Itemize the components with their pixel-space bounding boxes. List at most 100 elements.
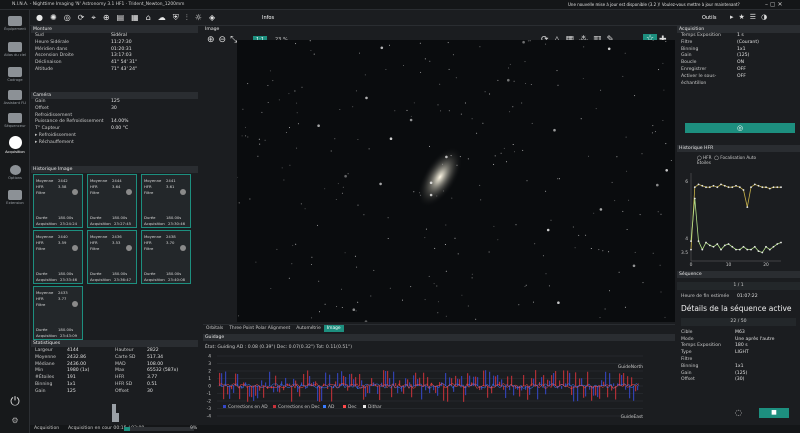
- guide-correction-bar: [261, 380, 263, 386]
- tile-label: Durée: [36, 327, 48, 332]
- bulb-icon[interactable]: ☼: [195, 13, 202, 23]
- guide-correction-bar: [523, 375, 525, 386]
- infos-tab[interactable]: Infos: [262, 15, 274, 21]
- safety-icon[interactable]: ⛨: [173, 13, 179, 23]
- legend-swatch: [273, 405, 276, 408]
- star: [437, 301, 439, 303]
- tools-menu[interactable]: Outils: [702, 15, 716, 21]
- star: [311, 264, 312, 265]
- tile-label: Durée: [90, 215, 102, 220]
- sequence-title: Séquence: [677, 271, 800, 278]
- guide-correction-bar: [551, 375, 553, 386]
- warm-button[interactable]: ▸ Réchauffement: [31, 140, 198, 147]
- data-point: [757, 184, 760, 187]
- nav-fli[interactable]: Assistant FLI: [0, 90, 30, 105]
- tile-duration: 180.00s: [166, 271, 182, 276]
- update-notice[interactable]: Une nouvelle mise à jour est disponible …: [568, 2, 740, 7]
- history-tile[interactable]: Moyenne 2436 HFR 3.53 Filtre Durée 180.00s Acqu…: [87, 230, 137, 284]
- stars-line: [690, 198, 782, 253]
- nav-sequencer[interactable]: Séquenceur: [0, 113, 30, 128]
- rotator-icon[interactable]: ⟳: [78, 13, 85, 23]
- star: [324, 303, 326, 305]
- star: [429, 60, 431, 62]
- acquisition-title: Acquisition: [677, 26, 800, 33]
- star: [599, 208, 603, 211]
- guide-correction-bar: [313, 381, 315, 386]
- guide-correction-bar: [223, 386, 225, 400]
- tile-mean: 2442: [58, 178, 68, 183]
- history-tile[interactable]: Moyenne 2442 HFR 3.58 Filtre Durée 180.00s Acqu…: [33, 174, 83, 228]
- tab-autometry[interactable]: Autométrie: [293, 325, 324, 332]
- history-tile[interactable]: Moyenne 2438 HFR 3.70 Filtre Durée 180.00s Acqu…: [141, 230, 191, 284]
- nav-skyatlas[interactable]: Atlas du ciel: [0, 42, 30, 57]
- star: [357, 301, 359, 303]
- filterwheel-icon[interactable]: ✺: [50, 13, 57, 23]
- nav-equipment[interactable]: Équipement: [0, 16, 30, 31]
- star: [365, 96, 368, 100]
- star: [296, 147, 298, 149]
- starfield: [237, 40, 672, 322]
- chart-icon[interactable]: ⫶: [186, 13, 188, 23]
- data-point: [701, 248, 704, 251]
- data-point: [780, 241, 782, 244]
- data-point: [768, 187, 771, 190]
- star: [493, 225, 495, 227]
- star: [632, 264, 636, 268]
- star: [585, 234, 587, 236]
- data-point: [776, 243, 779, 245]
- guider-icon[interactable]: ⊕: [103, 13, 110, 23]
- camera-panel: Caméra Gain 125 Offset 30 Refroidissement Pui…: [31, 92, 198, 164]
- tile-label: Moyenne: [36, 290, 54, 295]
- nav-options[interactable]: Options: [0, 165, 30, 180]
- settings-button[interactable]: ⚙: [0, 416, 30, 425]
- row-value: OFF: [737, 73, 746, 79]
- image-header: Image: [203, 26, 675, 34]
- camera-status-icon[interactable]: ●: [36, 13, 43, 23]
- star: [459, 156, 461, 158]
- guide-correction-bar: [269, 371, 271, 386]
- star: [454, 237, 456, 239]
- x-tick-label: 20: [763, 262, 769, 267]
- star: [656, 183, 659, 187]
- weather-icon[interactable]: ☁: [158, 13, 166, 23]
- history-title: Historique Image: [31, 166, 198, 173]
- star: [497, 79, 499, 81]
- image-canvas[interactable]: [237, 40, 675, 322]
- history-tile[interactable]: Moyenne 2441 HFR 3.61 Filtre Durée 180.00s Acqu…: [141, 174, 191, 228]
- telescope-icon: [8, 42, 22, 52]
- star: [429, 145, 430, 147]
- shield-icon[interactable]: ◈: [209, 13, 215, 23]
- stop-sequence-button[interactable]: ■: [759, 408, 789, 418]
- switch-icon[interactable]: ▤: [117, 13, 125, 23]
- star: [237, 176, 238, 178]
- history-tile[interactable]: Moyenne 2433 HFR 3.77 Filtre Durée 180.00s Acqu…: [33, 286, 83, 340]
- star: [295, 43, 297, 45]
- history-tile[interactable]: Moyenne 2440 HFR 3.59 Filtre Durée 180.00s Acqu…: [33, 230, 83, 284]
- tab-image[interactable]: Image: [323, 325, 344, 332]
- star: [267, 102, 269, 103]
- tab-orbitals[interactable]: Orbitals: [203, 325, 226, 332]
- dome-icon[interactable]: ⌂: [146, 13, 151, 23]
- tab-polar-alignment[interactable]: Three Point Polar Alignment: [226, 325, 293, 332]
- row-label: Largeur: [35, 348, 53, 353]
- star: [310, 50, 312, 51]
- image-title: Image: [205, 27, 220, 32]
- star: [425, 228, 427, 230]
- window-controls[interactable]: – ▢ ✕: [765, 1, 783, 8]
- history-tile[interactable]: Moyenne 2444 HFR 3.64 Filtre Durée 180.00s Acqu…: [87, 174, 137, 228]
- start-capture-button[interactable]: ◎: [685, 123, 795, 133]
- power-button[interactable]: ⏻: [0, 394, 30, 409]
- spinner-icon: ◌: [735, 408, 742, 417]
- guide-correction-bar: [605, 371, 607, 386]
- axis-tick-label: 0: [208, 384, 211, 390]
- flat-panel-icon[interactable]: ▦: [131, 13, 139, 23]
- focuser-icon[interactable]: ◎: [64, 13, 71, 23]
- nav-imaging[interactable]: Acquisition: [0, 136, 30, 154]
- star: [424, 299, 426, 301]
- mount-icon[interactable]: ⌖: [91, 13, 96, 23]
- toolbar-right-icons[interactable]: ▸★☰◑: [730, 13, 772, 21]
- guide-correction-bar: [357, 386, 359, 389]
- cool-button[interactable]: ▸ Refroidissement: [31, 133, 198, 140]
- nav-framing[interactable]: Cadrage: [0, 67, 30, 82]
- nav-plugins[interactable]: Extension: [0, 190, 30, 205]
